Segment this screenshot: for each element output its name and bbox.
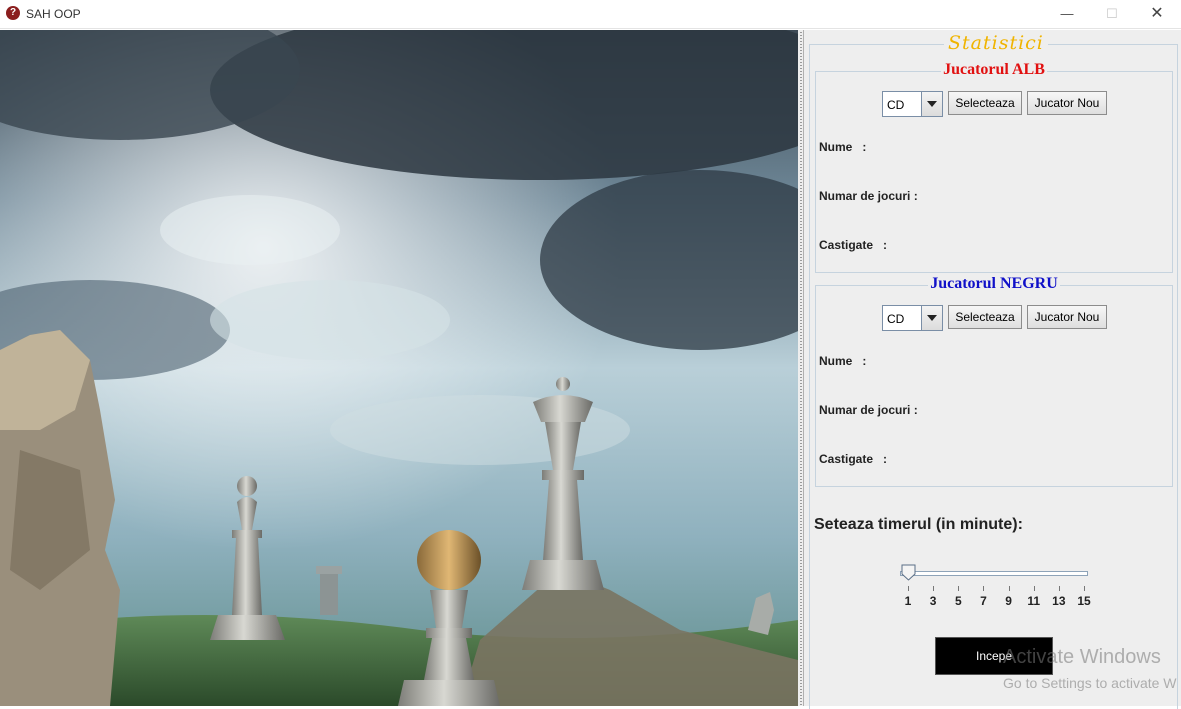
chevron-down-icon[interactable] xyxy=(921,92,942,116)
slider-tick-label: 3 xyxy=(929,594,937,608)
black-player-title: Jucatorul NEGRU xyxy=(928,275,1060,292)
white-player-combo[interactable]: CD xyxy=(882,91,943,117)
black-wins-label: Castigate : xyxy=(819,452,888,466)
white-name-label: Nume : xyxy=(819,140,867,154)
white-wins-label: Castigate : xyxy=(819,238,888,252)
slider-tick-label: 7 xyxy=(980,594,987,608)
slider-tick-label: 15 xyxy=(1077,594,1091,608)
close-button[interactable]: ✕ xyxy=(1134,0,1180,29)
watermark-line-2: Go to Settings to activate W xyxy=(1003,675,1177,691)
black-player-box: Jucatorul NEGRU CD Selecteaza Jucator No… xyxy=(815,275,1173,487)
slider-thumb[interactable] xyxy=(901,564,916,581)
chevron-down-icon[interactable] xyxy=(921,306,942,330)
maximize-button[interactable]: ☐ xyxy=(1089,0,1135,29)
slider-tick xyxy=(1008,586,1010,591)
slider-tick xyxy=(1033,586,1035,591)
slider-track[interactable] xyxy=(900,571,1088,576)
slider-tick xyxy=(1084,586,1085,591)
slider-tick-label: 5 xyxy=(954,594,962,608)
chess-background-image xyxy=(0,30,798,706)
white-player-title: Jucatorul ALB xyxy=(941,61,1047,78)
black-player-combo-value: CD xyxy=(887,312,905,326)
slider-tick xyxy=(908,586,909,591)
black-player-combo[interactable]: CD xyxy=(882,305,943,331)
white-new-player-button[interactable]: Jucator Nou xyxy=(1027,91,1107,115)
app-icon: ? xyxy=(6,6,20,20)
slider-tick-label: 13 xyxy=(1052,594,1066,608)
slider-tick xyxy=(1058,586,1060,591)
title-bar: ? SAH OOP — ☐ ✕ xyxy=(0,0,1181,29)
black-select-button[interactable]: Selecteaza xyxy=(948,305,1022,329)
white-player-combo-value: CD xyxy=(887,98,905,112)
window-title: SAH OOP xyxy=(26,7,81,21)
white-select-button[interactable]: Selecteaza xyxy=(948,91,1022,115)
black-name-label: Nume : xyxy=(819,354,867,368)
slider-tick-label: 11 xyxy=(1027,594,1041,608)
split-pane-divider[interactable] xyxy=(798,30,806,706)
slider-tick-label: 1 xyxy=(904,594,912,608)
minimize-button[interactable]: — xyxy=(1044,0,1090,29)
black-games-label: Numar de jocuri : xyxy=(819,403,918,417)
statistics-title: Statistici xyxy=(944,32,1048,54)
timer-slider[interactable]: 1 3 5 7 9 11 13 15 xyxy=(898,562,1091,612)
statistics-panel: Statistici Jucatorul ALB CD Selecteaza J… xyxy=(806,30,1181,709)
slider-tick xyxy=(958,586,960,591)
black-new-player-button[interactable]: Jucator Nou xyxy=(1027,305,1107,329)
windows-activation-watermark: Activate Windows Go to Settings to activ… xyxy=(1003,646,1177,691)
white-player-box: Jucatorul ALB CD Selecteaza Jucator Nou … xyxy=(815,61,1173,273)
slider-tick-label: 9 xyxy=(1005,594,1012,608)
white-games-label: Numar de jocuri : xyxy=(819,189,918,203)
timer-label: Seteaza timerul (in minute): xyxy=(814,516,1023,533)
watermark-line-1: Activate Windows xyxy=(1003,646,1161,668)
slider-tick xyxy=(933,586,935,591)
slider-tick xyxy=(983,586,985,591)
